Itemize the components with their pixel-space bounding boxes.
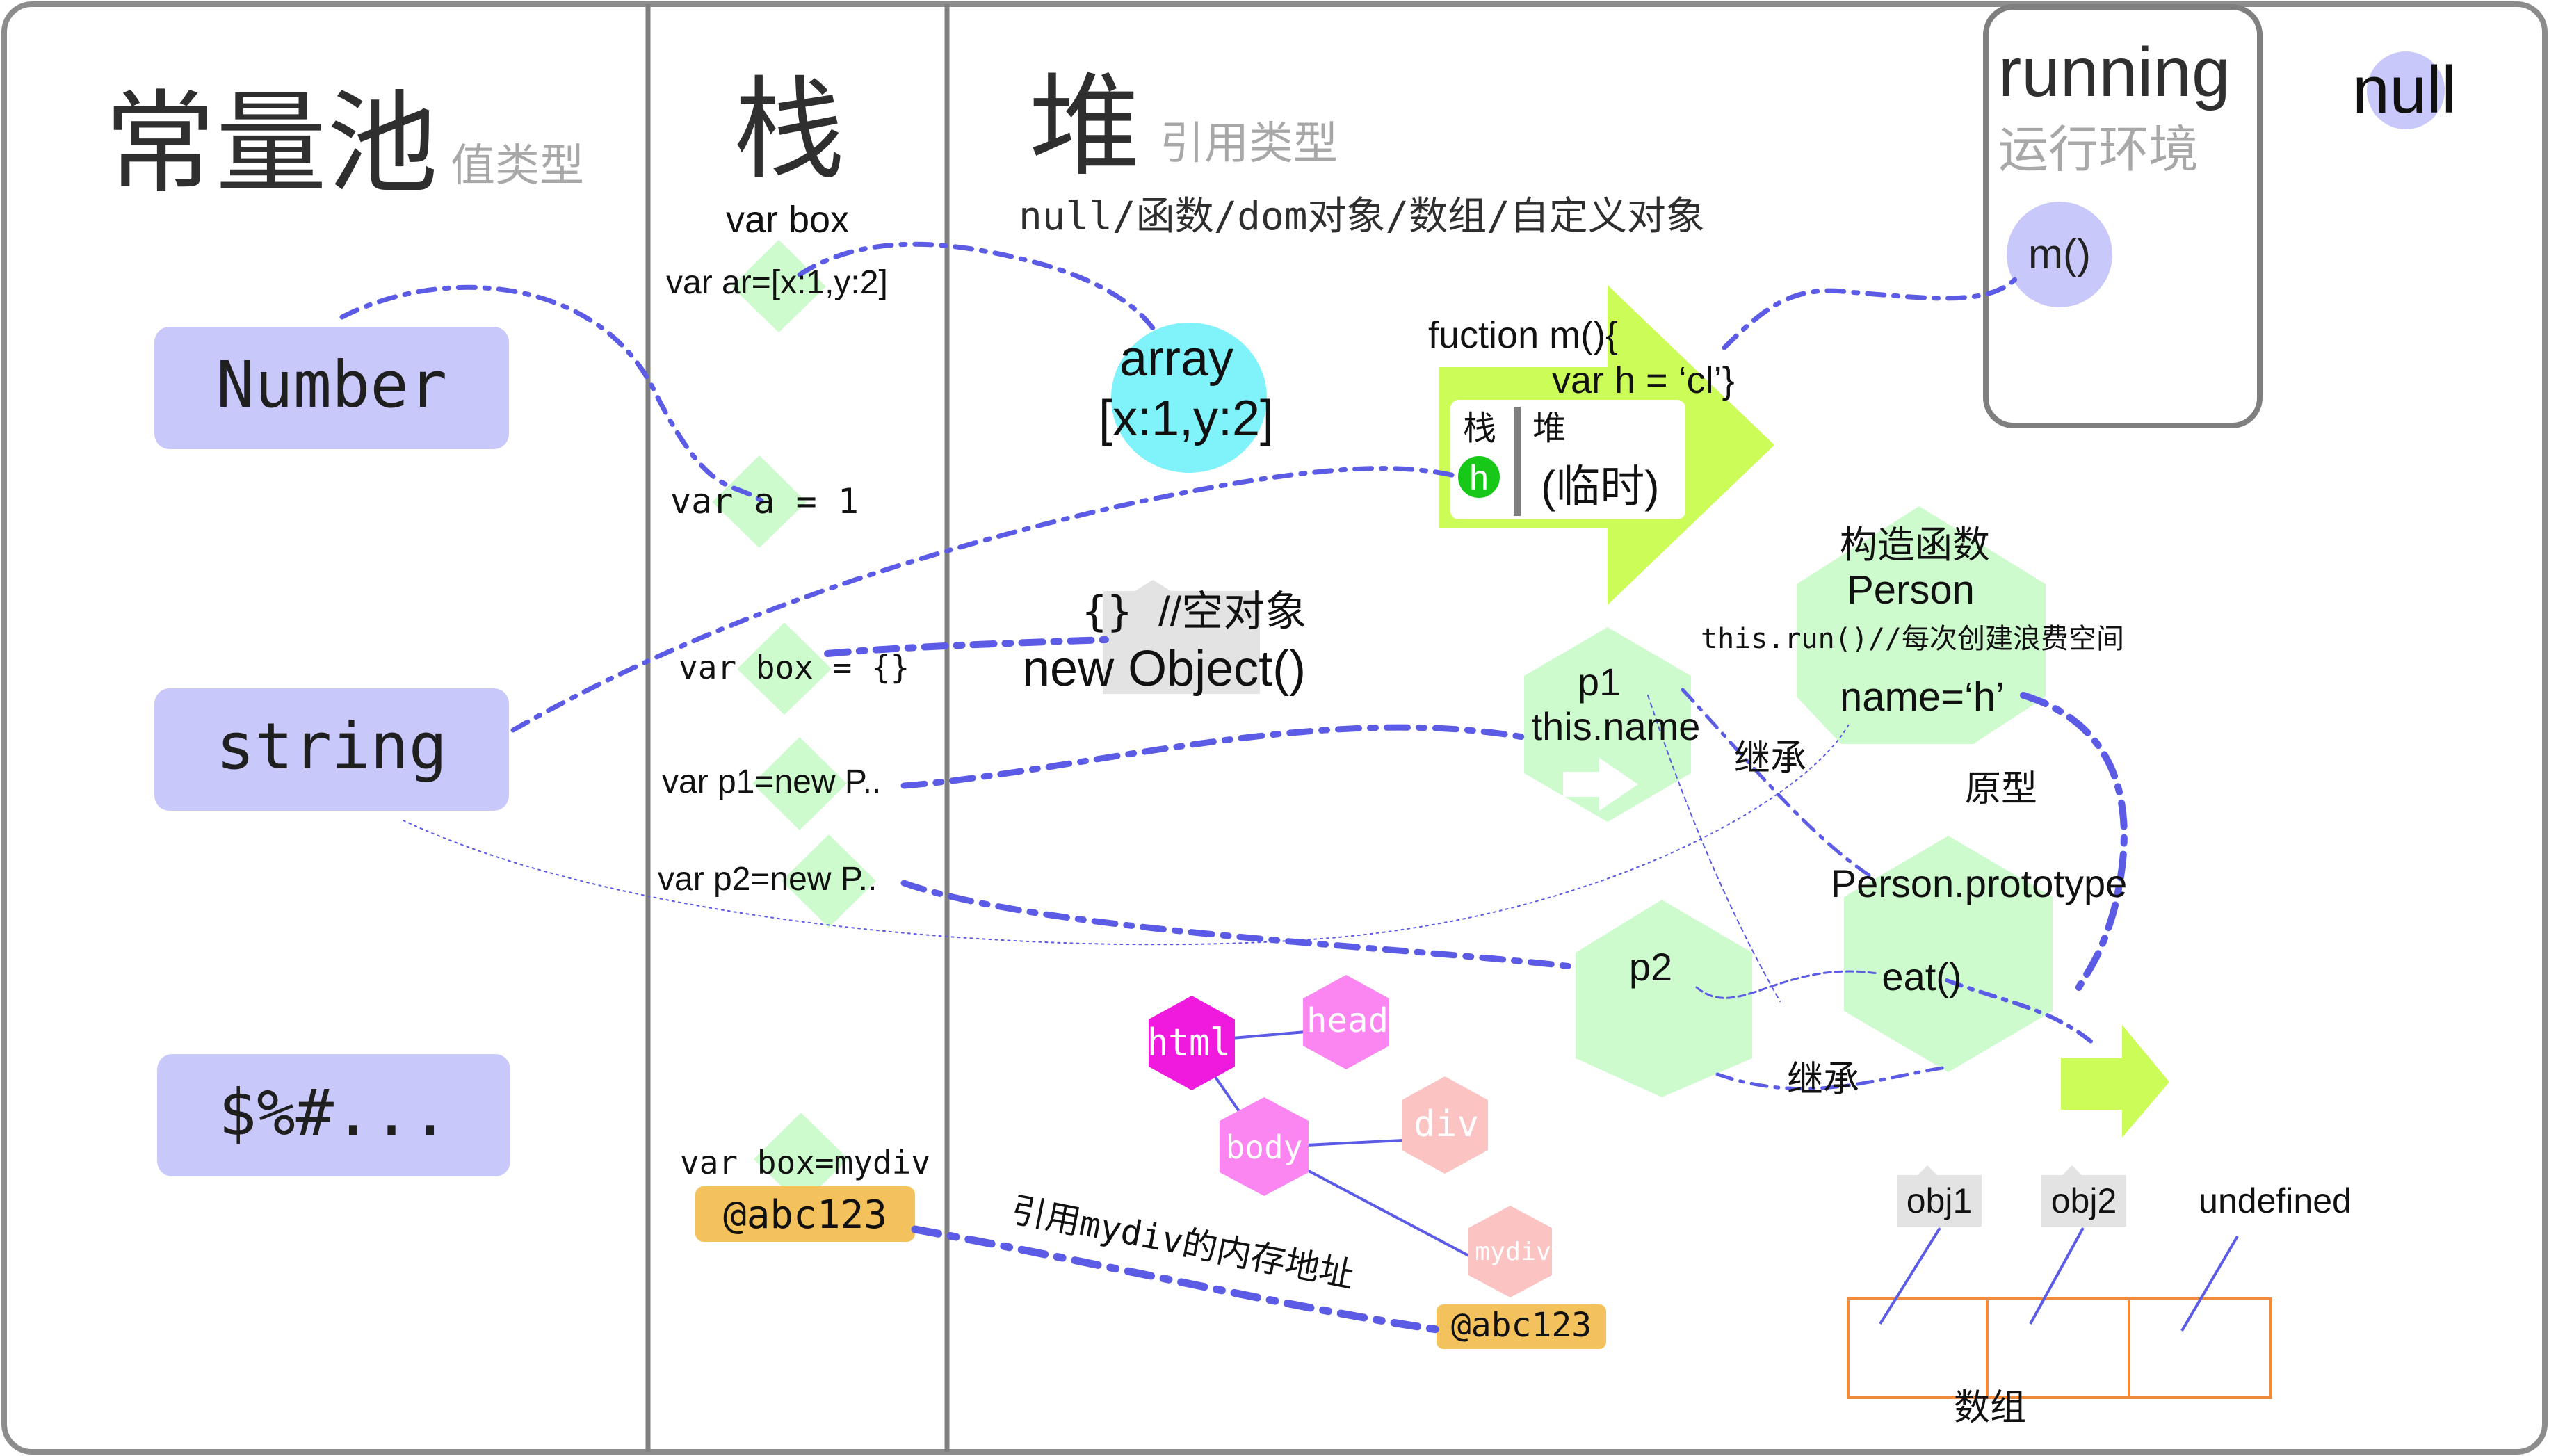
- undefined-label: undefined: [2199, 1181, 2352, 1220]
- dom-label-div: div: [1414, 1103, 1479, 1145]
- dom-label-html: html: [1147, 1021, 1231, 1065]
- stack-var-p2: var p2=new P..: [658, 861, 877, 898]
- heap-types-note: null/函数/dom对象/数组/自定义对象: [1019, 194, 1705, 239]
- function-var-h: h: [1469, 458, 1489, 497]
- empty-object-comment: //空对象: [1158, 588, 1306, 635]
- constructor-run-note: this.run()//每次创建浪费空间: [1701, 623, 2124, 655]
- obj2-label: obj2: [2051, 1181, 2117, 1220]
- dom-label-body: body: [1226, 1129, 1303, 1166]
- running-subtitle: 运行环境: [1998, 122, 2199, 178]
- pool-label-number: Number: [216, 348, 447, 422]
- function-line1: fuction m(){: [1428, 314, 1618, 356]
- stack-address-text: @abc123: [723, 1192, 887, 1238]
- empty-object-ctor: new Object(): [1022, 641, 1306, 697]
- memory-diagram: 常量池 值类型 栈 堆 引用类型 null/函数/dom对象/数组/自定义对象 …: [1, 1, 2548, 1455]
- function-heap-label: 堆: [1532, 410, 1566, 447]
- heap-address-text: @abc123: [1451, 1306, 1592, 1345]
- empty-object-braces: {}: [1082, 588, 1132, 636]
- null-label: null: [2352, 53, 2456, 127]
- stack-var-box: var box: [726, 199, 849, 241]
- stack-var-a: var a = 1: [670, 481, 859, 521]
- prototype-label: 原型: [1965, 769, 2037, 809]
- constructor-line1: 构造函数: [1840, 524, 1990, 566]
- array-line2: [x:1,y:2]: [1099, 391, 1274, 446]
- function-temp-label: (临时): [1541, 462, 1660, 512]
- pool-label-string: string: [216, 709, 447, 784]
- pool-subtitle: 值类型: [451, 140, 584, 191]
- heap-title: 堆: [1029, 64, 1140, 188]
- dom-label-mydiv: mydiv: [1475, 1238, 1551, 1266]
- pool-title: 常量池: [104, 81, 438, 206]
- inherit-label-2: 继承: [1787, 1060, 1859, 1100]
- constructor-line2: Person: [1847, 567, 1975, 613]
- running-title: running: [1998, 33, 2231, 111]
- stack-var-obj: var box = {}: [679, 649, 909, 686]
- p1-line2: this.name: [1532, 704, 1701, 748]
- obj1-label: obj1: [1907, 1181, 1973, 1220]
- p2-label: p2: [1629, 945, 1672, 989]
- function-line2: var h = ‘cl’}: [1552, 359, 1735, 401]
- stack-var-dom: var box=mydiv: [680, 1144, 930, 1181]
- pool-label-symbols: $%#...: [218, 1076, 449, 1150]
- array-line1: array: [1119, 331, 1233, 387]
- running-m-label: m(): [2028, 231, 2091, 277]
- p1-line1: p1: [1578, 660, 1621, 704]
- stack-var-p1: var p1=new P..: [662, 763, 881, 800]
- prototype-line2: eat(): [1882, 955, 1961, 998]
- dom-label-head: head: [1306, 1001, 1389, 1040]
- prototype-line1: Person.prototype: [1831, 862, 2127, 905]
- stack-title: 栈: [734, 67, 845, 192]
- heap-subtitle: 引用类型: [1160, 118, 1338, 168]
- array-caption: 数组: [1954, 1388, 2026, 1428]
- inherit-label-1: 继承: [1734, 738, 1806, 779]
- stack-var-arr: var ar=[x:1,y:2]: [666, 264, 888, 301]
- constructor-name: name=‘h’: [1840, 674, 2005, 720]
- function-stack-label: 栈: [1463, 410, 1496, 447]
